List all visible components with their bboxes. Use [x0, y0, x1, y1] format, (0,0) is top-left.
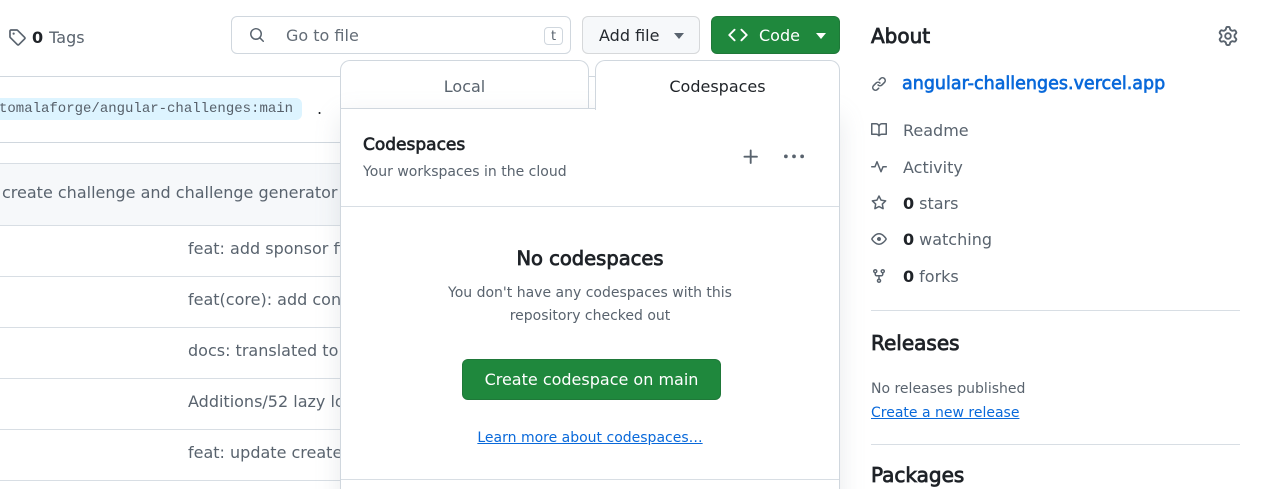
row-commit-message[interactable]: Additions/52 lazy lo	[188, 379, 345, 425]
tag-icon	[8, 28, 26, 46]
create-codespace-button[interactable]: Create codespace on main	[462, 359, 721, 400]
sidebar-item-label: Activity	[903, 158, 963, 177]
sidebar-item-text: 0 stars	[903, 194, 958, 213]
github-repo-page: 0 Tags t Add file Code tomalaforge/angul…	[0, 0, 1278, 489]
row-commit-message[interactable]: feat(core): add conf	[188, 277, 347, 323]
row-commit-message[interactable]: docs: translated to	[188, 328, 338, 374]
goto-file-input[interactable]	[265, 26, 544, 45]
sidebar-divider	[871, 444, 1240, 445]
codespaces-options-button[interactable]	[780, 143, 808, 171]
forks-count: 0	[903, 267, 914, 286]
link-icon	[871, 76, 887, 92]
sidebar-item-label: watching	[919, 230, 992, 249]
panel-divider	[341, 479, 839, 480]
sidebar-item-label: forks	[919, 267, 959, 286]
create-release-row: Create a new release	[871, 404, 1019, 423]
gear-icon	[1218, 26, 1238, 46]
sidebar-item-text: Activity	[903, 158, 963, 177]
learn-more-row: Learn more about codespaces…	[341, 430, 839, 446]
kebab-horizontal-icon	[784, 147, 804, 167]
repo-website-link[interactable]: angular-challenges.vercel.app	[902, 74, 1165, 94]
sidebar-item-text: 0 watching	[903, 230, 992, 249]
packages-heading: Packages	[871, 465, 964, 485]
no-codespaces-description: You don't have any codespaces with this …	[341, 282, 839, 328]
about-heading: About	[871, 26, 930, 46]
stars-count: 0	[903, 194, 914, 213]
branch-ref-code[interactable]: tomalaforge/angular-challenges:main	[0, 98, 302, 120]
tab-local-label: Local	[444, 77, 485, 96]
add-file-button[interactable]: Add file	[582, 16, 700, 54]
tab-local[interactable]: Local	[340, 60, 589, 108]
triangle-down-icon	[674, 33, 684, 39]
sidebar-divider	[871, 310, 1240, 311]
code-dropdown-panel: Codespaces Your workspaces in the cloud …	[340, 108, 840, 489]
search-icon	[249, 27, 265, 43]
no-codespaces-line2: repository checked out	[341, 305, 839, 328]
new-codespace-button[interactable]	[737, 143, 765, 171]
sidebar-item-label: Readme	[903, 121, 969, 140]
sidebar-item-label: stars	[919, 194, 958, 213]
tab-codespaces[interactable]: Codespaces	[595, 60, 840, 110]
learn-more-link[interactable]: Learn more about codespaces…	[477, 430, 702, 446]
code-icon	[728, 25, 748, 45]
no-codespaces-title: No codespaces	[341, 248, 839, 269]
tags-summary[interactable]: 0 Tags	[8, 27, 85, 47]
latest-commit-message[interactable]: create challenge and challenge generator	[2, 164, 337, 222]
book-icon	[871, 122, 887, 138]
codespaces-panel-subtitle: Your workspaces in the cloud	[363, 163, 567, 182]
sidebar-item-text: Readme	[903, 121, 969, 140]
panel-divider	[341, 206, 839, 207]
edit-repo-settings-button[interactable]	[1218, 26, 1238, 46]
tags-label: Tags	[49, 28, 84, 47]
plus-icon	[741, 147, 761, 167]
fork-icon	[871, 268, 887, 284]
sidebar-item-activity[interactable]: Activity	[871, 158, 963, 176]
row-commit-message[interactable]: feat: update create	[188, 430, 342, 476]
releases-heading: Releases	[871, 333, 960, 353]
repo-website-row: angular-challenges.vercel.app	[871, 75, 1165, 93]
create-codespace-label: Create codespace on main	[485, 370, 699, 389]
create-release-link[interactable]: Create a new release	[871, 405, 1019, 421]
codespaces-panel-title: Codespaces	[363, 135, 465, 155]
row-commit-message[interactable]: feat: add sponsor fi	[188, 226, 344, 272]
eye-icon	[871, 231, 887, 247]
branch-status-text: .	[317, 98, 322, 120]
code-button[interactable]: Code	[711, 16, 840, 54]
sidebar-item-text: 0 forks	[903, 267, 959, 286]
watching-count: 0	[903, 230, 914, 249]
sidebar-item-stars[interactable]: 0 stars	[871, 194, 958, 212]
tags-count: 0	[32, 28, 43, 47]
triangle-down-icon	[816, 33, 826, 39]
no-codespaces-line1: You don't have any codespaces with this	[341, 282, 839, 305]
star-icon	[871, 195, 887, 211]
releases-empty-text: No releases published	[871, 380, 1025, 399]
code-button-label: Code	[759, 26, 800, 45]
search-shortcut-key: t	[544, 27, 563, 45]
sidebar-item-forks[interactable]: 0 forks	[871, 267, 959, 285]
tab-codespaces-label: Codespaces	[669, 77, 765, 96]
pulse-icon	[871, 159, 887, 175]
sidebar-item-watching[interactable]: 0 watching	[871, 230, 992, 248]
add-file-label: Add file	[599, 26, 659, 45]
sidebar-item-readme[interactable]: Readme	[871, 121, 969, 139]
goto-file-search[interactable]: t	[231, 16, 571, 54]
